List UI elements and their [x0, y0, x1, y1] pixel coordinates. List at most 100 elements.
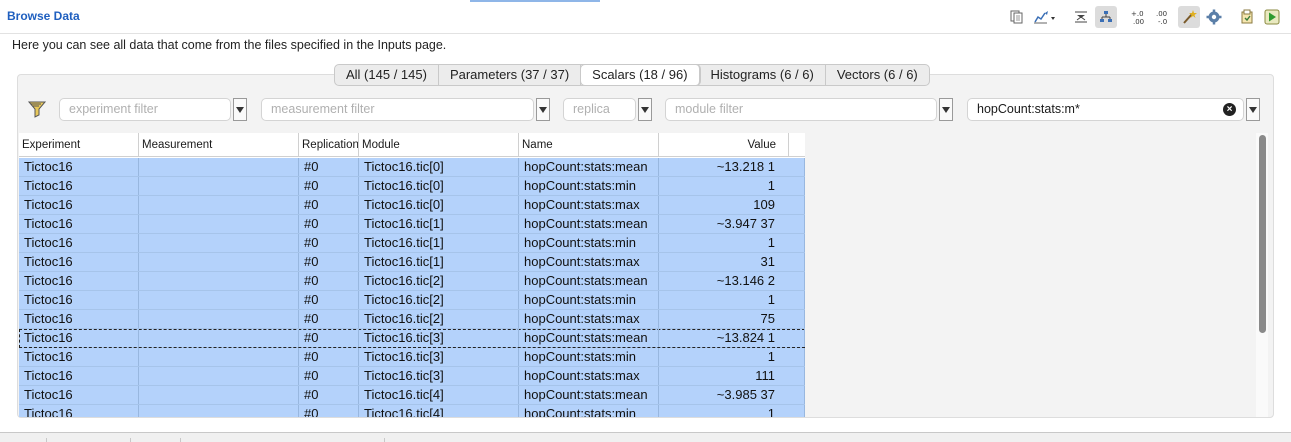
replica-filter-input[interactable]: replica — [563, 98, 636, 121]
view-header: Browse Data +.0.00 .00 -.0 — [0, 0, 1291, 34]
data-type-tabs: All (145 / 145) Parameters (37 / 37) Sca… — [334, 64, 930, 86]
table-row[interactable]: Tictoc16 #0 Tictoc16.tic[0] hopCount:stats:… — [19, 177, 805, 196]
scrollbar-thumb[interactable] — [1259, 135, 1266, 333]
cell-experiment: Tictoc16 — [19, 329, 139, 347]
cell-name: hopCount:stats:mean — [519, 329, 659, 347]
column-header-module[interactable]: Module — [359, 133, 519, 157]
increase-decimals-icon[interactable]: +.0.00 — [1128, 6, 1150, 28]
cell-value: 1 — [659, 348, 805, 366]
replica-filter-dropdown[interactable] — [638, 98, 652, 121]
cell-name: hopCount:stats:min — [519, 234, 659, 252]
cell-name: hopCount:stats:min — [519, 348, 659, 366]
tree-view-icon[interactable] — [1095, 6, 1117, 28]
module-filter-input[interactable]: module filter — [665, 98, 937, 121]
cell-module: Tictoc16.tic[1] — [359, 234, 519, 252]
cell-replication: #0 — [299, 348, 359, 366]
copy-icon[interactable] — [1006, 6, 1028, 28]
cell-experiment: Tictoc16 — [19, 158, 139, 176]
cell-experiment: Tictoc16 — [19, 367, 139, 385]
cell-replication: #0 — [299, 196, 359, 214]
cell-name: hopCount:stats:mean — [519, 158, 659, 176]
toolbar: +.0.00 .00 -.0 — [1003, 6, 1283, 28]
cell-replication: #0 — [299, 253, 359, 271]
cell-module: Tictoc16.tic[4] — [359, 386, 519, 404]
experiment-filter-input[interactable]: experiment filter — [59, 98, 231, 121]
cell-name: hopCount:stats:min — [519, 177, 659, 195]
cell-experiment: Tictoc16 — [19, 196, 139, 214]
settings-icon[interactable] — [1203, 6, 1225, 28]
cell-module: Tictoc16.tic[2] — [359, 310, 519, 328]
table-row[interactable]: Tictoc16 #0 Tictoc16.tic[3] hopCount:stats:… — [19, 367, 805, 386]
measurement-filter-input[interactable]: measurement filter — [261, 98, 534, 121]
cell-name: hopCount:stats:max — [519, 367, 659, 385]
column-header-replication[interactable]: Replication — [299, 133, 359, 157]
cell-experiment: Tictoc16 — [19, 310, 139, 328]
cell-replication: #0 — [299, 329, 359, 347]
intro-text: Here you can see all data that come from… — [12, 38, 447, 52]
vertical-scrollbar[interactable] — [1256, 133, 1268, 417]
experiment-filter-dropdown[interactable] — [233, 98, 247, 121]
cell-value: 1 — [659, 291, 805, 309]
export-icon[interactable] — [1031, 6, 1059, 28]
table-row[interactable]: Tictoc16 #0 Tictoc16.tic[4] hopCount:stats:… — [19, 386, 805, 405]
tab-scalars[interactable]: Scalars (18 / 96) — [581, 65, 700, 85]
cell-module: Tictoc16.tic[3] — [359, 329, 519, 347]
tab-all[interactable]: All (145 / 145) — [335, 65, 439, 85]
cell-experiment: Tictoc16 — [19, 348, 139, 366]
scalars-table: Experiment Measurement Replication Modul… — [19, 133, 805, 417]
column-header-value[interactable]: Value — [659, 133, 789, 157]
cell-measurement — [139, 386, 299, 404]
tab-histograms[interactable]: Histograms (6 / 6) — [700, 65, 826, 85]
table-row[interactable]: Tictoc16 #0 Tictoc16.tic[2] hopCount:stats:… — [19, 272, 805, 291]
table-row[interactable]: Tictoc16 #0 Tictoc16.tic[3] hopCount:stats:… — [19, 348, 805, 367]
cell-module: Tictoc16.tic[3] — [359, 348, 519, 366]
run-icon[interactable] — [1261, 6, 1283, 28]
table-row[interactable]: Tictoc16 #0 Tictoc16.tic[3] hopCount:stats:… — [19, 329, 805, 348]
cell-value: 1 — [659, 234, 805, 252]
wand-icon[interactable] — [1178, 6, 1200, 28]
tab-vectors[interactable]: Vectors (6 / 6) — [826, 65, 929, 85]
cell-replication: #0 — [299, 386, 359, 404]
tab-parameters[interactable]: Parameters (37 / 37) — [439, 65, 582, 85]
table-row[interactable]: Tictoc16 #0 Tictoc16.tic[2] hopCount:stats:… — [19, 291, 805, 310]
table-row[interactable]: Tictoc16 #0 Tictoc16.tic[0] hopCount:stats:… — [19, 158, 805, 177]
column-header-name[interactable]: Name — [519, 133, 659, 157]
table-row[interactable]: Tictoc16 #0 Tictoc16.tic[4] hopCount:stats:… — [19, 405, 805, 417]
name-filter-dropdown[interactable] — [1246, 98, 1260, 121]
cell-measurement — [139, 215, 299, 233]
cell-name: hopCount:stats:min — [519, 291, 659, 309]
page-title: Browse Data — [7, 9, 80, 23]
cell-replication: #0 — [299, 367, 359, 385]
column-header-measurement[interactable]: Measurement — [139, 133, 299, 157]
cell-name: hopCount:stats:max — [519, 253, 659, 271]
cell-experiment: Tictoc16 — [19, 272, 139, 290]
cell-measurement — [139, 196, 299, 214]
cell-module: Tictoc16.tic[4] — [359, 405, 519, 417]
table-row[interactable]: Tictoc16 #0 Tictoc16.tic[1] hopCount:stats:… — [19, 253, 805, 272]
cell-replication: #0 — [299, 158, 359, 176]
measurement-filter-dropdown[interactable] — [536, 98, 550, 121]
svg-text:.00: .00 — [1133, 18, 1144, 25]
cell-value: 31 — [659, 253, 805, 271]
decrease-decimals-icon[interactable]: .00 -.0 — [1153, 6, 1175, 28]
bottom-tab-divider — [130, 438, 131, 442]
column-header-experiment[interactable]: Experiment — [19, 133, 139, 157]
flat-view-icon[interactable] — [1070, 6, 1092, 28]
cell-replication: #0 — [299, 215, 359, 233]
table-row[interactable]: Tictoc16 #0 Tictoc16.tic[1] hopCount:stats:… — [19, 215, 805, 234]
cell-measurement — [139, 234, 299, 252]
save-icon[interactable] — [1236, 6, 1258, 28]
module-filter-dropdown[interactable] — [939, 98, 953, 121]
clear-filter-icon[interactable]: × — [1223, 103, 1236, 116]
name-filter-input[interactable]: hopCount:stats:m* — [967, 98, 1244, 121]
cell-module: Tictoc16.tic[1] — [359, 253, 519, 271]
table-row[interactable]: Tictoc16 #0 Tictoc16.tic[2] hopCount:stats:… — [19, 310, 805, 329]
cell-experiment: Tictoc16 — [19, 234, 139, 252]
filter-icon[interactable] — [27, 99, 47, 122]
table-row[interactable]: Tictoc16 #0 Tictoc16.tic[0] hopCount:stats:… — [19, 196, 805, 215]
cell-replication: #0 — [299, 177, 359, 195]
table-row[interactable]: Tictoc16 #0 Tictoc16.tic[1] hopCount:stats:… — [19, 234, 805, 253]
cell-experiment: Tictoc16 — [19, 253, 139, 271]
svg-text:.00: .00 — [1156, 10, 1167, 18]
cell-value: ~13.146 2 — [659, 272, 805, 290]
